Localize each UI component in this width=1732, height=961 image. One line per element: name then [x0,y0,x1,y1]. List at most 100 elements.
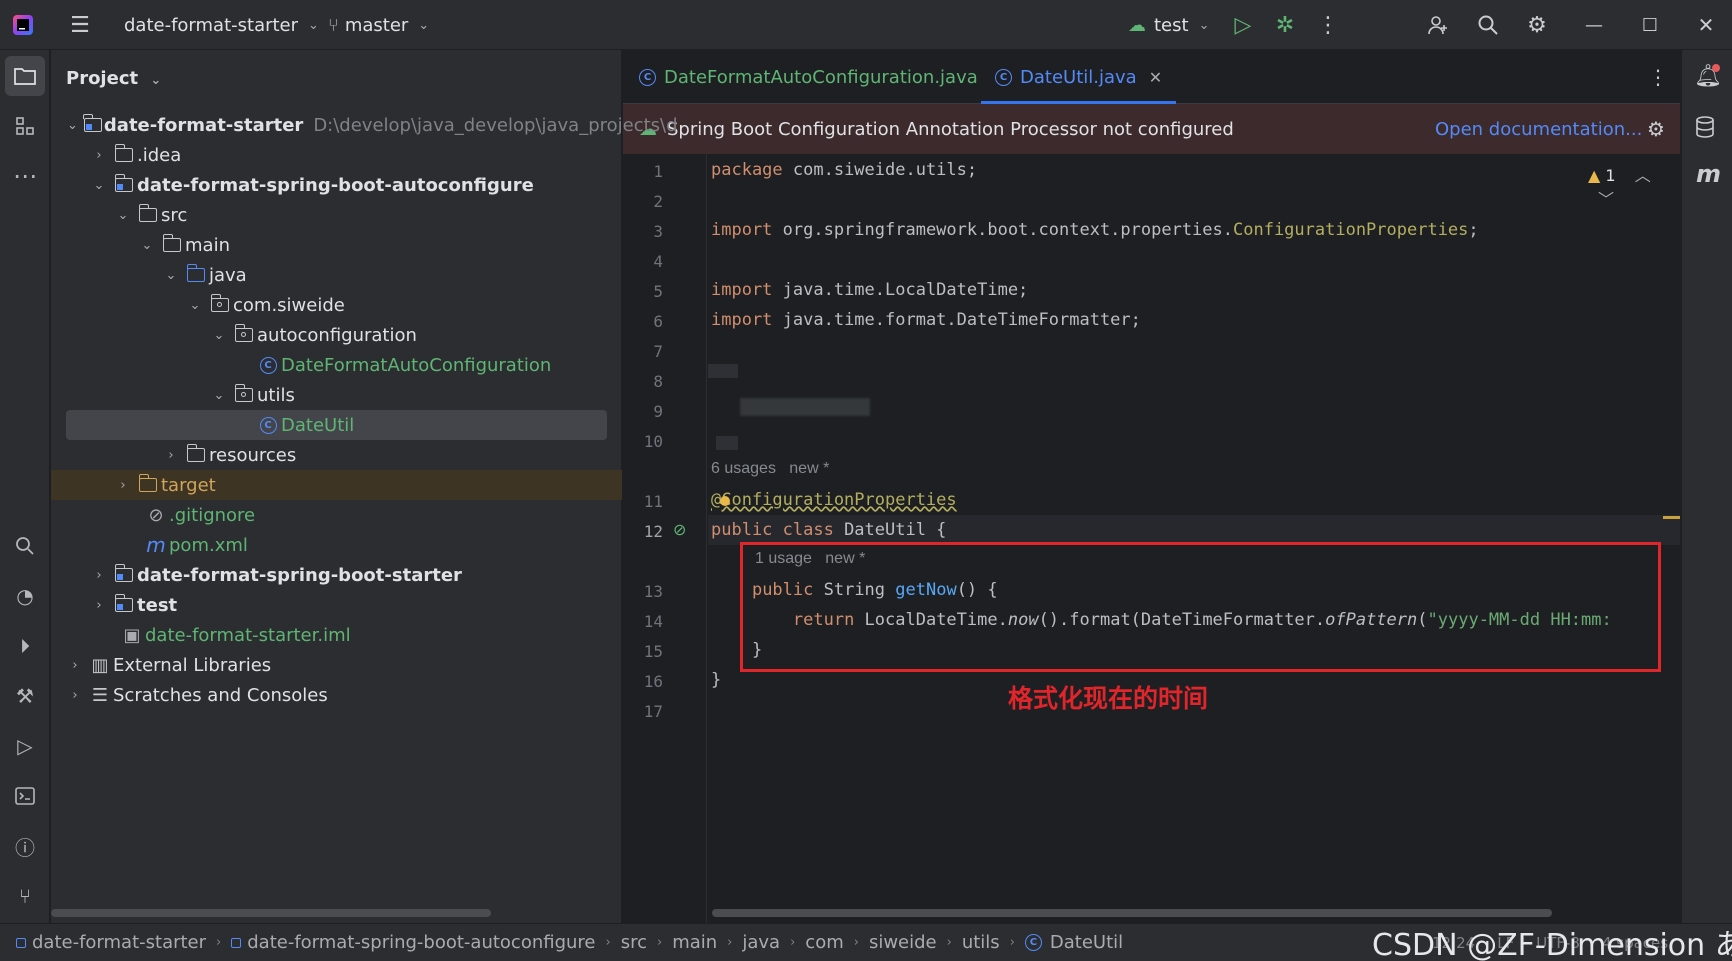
tree-item-label: utils [257,384,295,406]
chevron-down-icon: ⌄ [150,73,162,88]
horizontal-scrollbar[interactable] [51,909,491,917]
line-number: 3 [653,222,663,241]
tree-item-autoconfig-class[interactable]: C DateFormatAutoConfiguration [51,350,622,380]
chevron-right-icon: › [72,657,78,673]
tree-item-scratches[interactable]: › ☰ Scratches and Consoles [51,680,622,710]
tab-dateutil[interactable]: C DateUtil.java ✕ [981,50,1177,104]
close-tab-icon[interactable]: ✕ [1149,68,1162,87]
breadcrumb-item[interactable]: date-format-starter [32,932,206,953]
class-icon: C [639,68,656,86]
notification-banner: ☁ Spring Boot Configuration Annotation P… [623,104,1680,154]
tree-item-java[interactable]: ⌄ java [51,260,622,290]
horizontal-scrollbar[interactable] [712,909,1552,917]
breadcrumb-item[interactable]: utils [962,932,1000,953]
left-tool-strip: ⋯ ◔ ⏵ ⚒ ▷ ⓘ ⑂ [0,50,50,923]
next-highlight-icon[interactable]: ﹀ [1598,190,1614,209]
chevron-right-icon: › [853,935,859,950]
run-tool-icon[interactable]: ▷ [5,726,45,766]
settings-gear-icon[interactable]: ⚙ [1647,117,1665,141]
folder-icon [137,204,159,222]
git-icon[interactable]: ⑂ [5,876,45,916]
tree-item-test-module[interactable]: › test [51,590,622,620]
close-icon[interactable]: ✕ [1686,0,1726,50]
project-folder-icon[interactable] [5,56,45,96]
previous-highlight-icon[interactable]: ︿ [1635,166,1651,185]
chevron-right-icon: › [946,935,952,950]
chevron-down-icon: ⌄ [418,17,430,33]
tree-item-root[interactable]: ⌄ date-format-starter D:\develop\java_de… [51,110,678,140]
tree-item-dateutil[interactable]: C DateUtil [51,410,622,440]
structure-icon[interactable] [5,106,45,146]
add-user-icon[interactable] [1418,0,1458,50]
breadcrumb-item[interactable]: DateUtil [1050,932,1123,953]
tree-item-package[interactable]: ⌄ com.siweide [51,290,622,320]
right-tool-strip: 🔔︎ m [1681,50,1732,923]
minimize-icon[interactable]: — [1574,0,1614,50]
breadcrumb-item[interactable]: main [672,932,717,953]
tree-item-label: autoconfiguration [257,324,417,346]
scrollbar-marker [1663,516,1680,519]
run-config-selector[interactable]: ☁ test ⌄ [1128,0,1209,50]
tree-item-label: date-format-starter [103,114,304,136]
inspection-widget[interactable]: ▲ 1 ︿ ﹀ [1588,162,1680,210]
tree-item-label: java [209,264,247,286]
tree-item-src[interactable]: ⌄ src [51,200,622,230]
code-line-16: } [711,670,722,690]
line-number: 12 [643,522,663,541]
tree-item-resources[interactable]: › resources [51,440,622,470]
branch-name: master [344,14,409,36]
tree-item-target[interactable]: › target [51,470,622,500]
chevron-right-icon: › [96,597,102,613]
more-horizontal-icon[interactable]: ⋯ [5,156,45,196]
breadcrumb-item[interactable]: com [805,932,843,953]
branch-switcher[interactable]: ⑂ master ⌄ [328,0,429,50]
intention-bulb-icon[interactable] [720,496,730,506]
module-folder-icon [113,594,135,612]
tree-item-starter-module[interactable]: › date-format-spring-boot-starter [51,560,622,590]
more-vertical-icon[interactable]: ⋮ [1648,65,1668,89]
build-hammer-icon[interactable]: ⚒ [5,676,45,716]
spring-bean-gutter-icon[interactable]: ⊘ [673,520,686,539]
tree-item-main[interactable]: ⌄ main [51,230,622,260]
main-menu-icon[interactable]: ☰ [60,0,100,50]
tree-item-utils[interactable]: ⌄ utils [51,380,622,410]
library-icon: ▥ [91,654,109,676]
tree-item-idea[interactable]: › .idea [51,140,622,170]
line-number: 2 [653,192,663,211]
find-icon[interactable] [5,526,45,566]
open-documentation-link[interactable]: Open documentation... [1435,119,1642,140]
class-icon: C [1024,934,1042,951]
database-icon[interactable] [1694,116,1716,143]
breadcrumb-item[interactable]: java [742,932,780,953]
usages-hint[interactable]: 6 usages new * [711,460,829,478]
class-icon: C [257,416,279,434]
maven-tool-icon[interactable]: m [1696,160,1721,188]
tab-dateformat-autoconfig[interactable]: C DateFormatAutoConfiguration.java [639,50,978,104]
editor-tabs: C DateFormatAutoConfiguration.java C Dat… [623,50,1680,104]
scratches-icon: ☰ [91,684,109,706]
terminal-icon[interactable] [5,776,45,816]
tree-item-external-libraries[interactable]: › ▥ External Libraries [51,650,622,680]
tree-item-iml[interactable]: ▣ date-format-starter.iml [51,620,622,650]
tree-item-pom[interactable]: m pom.xml [51,530,622,560]
project-switcher[interactable]: date-format-starter ⌄ [124,0,319,50]
maximize-icon[interactable]: ☐ [1630,0,1670,50]
chevron-down-icon: ⌄ [117,207,129,223]
debug-icon[interactable]: ✲ [1265,0,1305,50]
breadcrumb-item[interactable]: src [621,932,647,953]
warning-count: 1 [1605,166,1616,185]
search-icon[interactable] [1468,0,1508,50]
breadcrumb-item[interactable]: siweide [869,932,937,953]
profiler-icon[interactable]: ◔ [5,576,45,616]
project-panel-header[interactable]: Project ⌄ [66,68,161,89]
code-editor[interactable]: package com.siweide.utils; import org.sp… [708,154,1680,923]
settings-gear-icon[interactable]: ⚙ [1517,0,1557,50]
tree-item-autoconfigure-module[interactable]: ⌄ date-format-spring-boot-autoconfigure [51,170,622,200]
services-icon[interactable]: ⏵ [5,626,45,666]
tree-item-gitignore[interactable]: ⊘ .gitignore [51,500,622,530]
tree-item-autoconfiguration[interactable]: ⌄ autoconfiguration [51,320,622,350]
breadcrumb-item[interactable]: date-format-spring-boot-autoconfigure [247,932,595,953]
run-icon[interactable]: ▷ [1223,0,1263,50]
problems-icon[interactable]: ⓘ [5,826,45,866]
more-vertical-icon[interactable]: ⋮ [1308,0,1348,50]
